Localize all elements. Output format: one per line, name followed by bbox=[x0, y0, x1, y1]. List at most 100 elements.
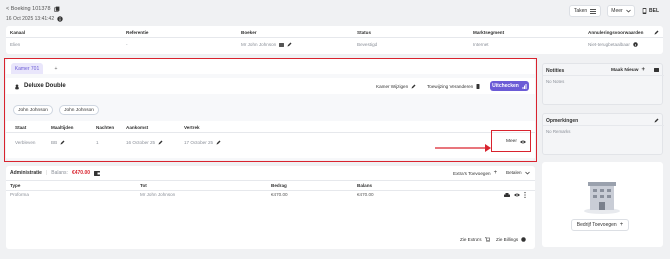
invoice-type: Proforma bbox=[10, 192, 29, 197]
wallet-icon[interactable] bbox=[94, 170, 101, 176]
nights-value: 1 bbox=[96, 140, 99, 145]
add-extras-button[interactable]: Extra's Toevoegen + bbox=[453, 170, 497, 176]
chart-icon bbox=[522, 83, 527, 89]
company-card: Bedrijf Toevoegen + bbox=[542, 162, 663, 247]
reference-value: - bbox=[126, 42, 128, 47]
annotation-arrow bbox=[435, 144, 491, 152]
see-extras-button[interactable]: Zie Extra's bbox=[460, 237, 490, 242]
tab-room-701[interactable]: Kamer 701 bbox=[11, 63, 43, 74]
col-header-amount: Bedrag bbox=[271, 183, 287, 188]
remarks-title: Opmerkingen bbox=[546, 118, 579, 124]
plus-icon: + bbox=[619, 222, 624, 228]
checkout-button[interactable]: Uitchecken bbox=[490, 81, 529, 91]
edit-icon bbox=[411, 84, 416, 89]
admin-title: Administratie | Balans: €470.00 bbox=[10, 170, 101, 176]
col-header-meals: Maaltijden bbox=[51, 125, 74, 130]
print-icon[interactable] bbox=[504, 192, 510, 198]
guest-pill[interactable]: John Johnson bbox=[59, 105, 99, 115]
id-card-icon[interactable] bbox=[279, 42, 285, 47]
phone-icon bbox=[476, 84, 480, 89]
company-building-illustration bbox=[584, 182, 620, 214]
list-icon bbox=[590, 8, 597, 14]
pay-button[interactable]: Betalen bbox=[506, 170, 530, 175]
col-header-to: Tot bbox=[140, 183, 147, 188]
add-company-button[interactable]: Bedrijf Toevoegen + bbox=[571, 219, 629, 231]
edit-icon[interactable] bbox=[654, 30, 659, 35]
col-header-type: Type bbox=[10, 183, 21, 188]
edit-icon bbox=[216, 140, 221, 145]
chevron-down-icon bbox=[524, 171, 530, 175]
balance-label: Balans: bbox=[51, 170, 68, 176]
invoice-actions bbox=[504, 192, 526, 198]
room-tabs bbox=[6, 59, 535, 74]
balance-value: €470.00 bbox=[71, 170, 91, 176]
bed-icon bbox=[14, 84, 20, 90]
arrival-value[interactable]: 16 October 25 bbox=[126, 140, 163, 145]
back-link[interactable]: < Boeking 101378 bbox=[6, 6, 60, 12]
divider bbox=[543, 75, 664, 76]
change-room-button[interactable]: Kamer Wijzigen bbox=[376, 84, 416, 89]
edit-icon[interactable] bbox=[287, 42, 292, 47]
divider bbox=[6, 132, 535, 133]
col-header-reference: Referentie bbox=[126, 30, 149, 35]
meals-value[interactable]: BB bbox=[51, 140, 65, 145]
remarks-card: Opmerkingen No Remarks bbox=[542, 113, 664, 155]
edit-icon[interactable] bbox=[654, 118, 659, 123]
guest-pill[interactable]: John Johnson bbox=[13, 105, 53, 115]
col-header-balance: Balans bbox=[357, 183, 373, 188]
market-segment-value: Internet bbox=[473, 42, 489, 47]
remarks-empty: No Remarks bbox=[546, 129, 571, 134]
booking-number: < Boeking 101378 bbox=[6, 6, 51, 12]
eye-icon[interactable] bbox=[514, 193, 520, 197]
tasks-button[interactable]: Taken bbox=[569, 5, 601, 17]
receipt-icon bbox=[521, 237, 526, 242]
see-invoices-button[interactable]: Zie Billings bbox=[496, 237, 526, 242]
copy-icon[interactable] bbox=[53, 6, 60, 12]
col-header-departure: Vertrek bbox=[184, 125, 200, 130]
col-header-channel: Kanaal bbox=[10, 30, 26, 35]
divider bbox=[543, 125, 664, 126]
col-header-nights: Nachten bbox=[96, 125, 115, 130]
change-assignment-button[interactable]: Toewijzing Veranderen bbox=[427, 84, 480, 89]
info-icon[interactable] bbox=[57, 16, 63, 22]
invoice-balance: €470.00 bbox=[357, 192, 374, 197]
administration-card: Administratie | Balans: €470.00 Extra's … bbox=[6, 166, 535, 249]
invoice-amount: €470.00 bbox=[271, 192, 288, 197]
create-note-button[interactable]: Maak Nieuw + bbox=[611, 67, 645, 73]
booking-info-card: Kanaal Referentie Boeker Status Marktseg… bbox=[6, 26, 663, 54]
message-icon[interactable] bbox=[654, 68, 659, 72]
stay-more-button[interactable]: Meer bbox=[506, 139, 526, 144]
info-icon[interactable] bbox=[633, 42, 638, 47]
add-room-tab-button[interactable]: + bbox=[50, 63, 62, 74]
col-header-booker: Boeker bbox=[241, 30, 257, 35]
channel-value: Elien bbox=[10, 42, 21, 47]
phone-icon bbox=[642, 8, 647, 14]
call-button[interactable]: BEL bbox=[642, 8, 659, 14]
invoice-to: Mr John Johnson bbox=[140, 192, 176, 197]
edit-icon bbox=[158, 140, 163, 145]
divider bbox=[6, 37, 663, 38]
cart-icon bbox=[484, 237, 490, 242]
kebab-menu-icon[interactable] bbox=[524, 192, 526, 198]
col-header-status: Status bbox=[357, 30, 372, 35]
divider bbox=[6, 180, 535, 181]
status-value: Bevestigd bbox=[357, 42, 378, 47]
room-type-title: Deluxe Double bbox=[24, 83, 66, 89]
edit-icon bbox=[60, 140, 65, 145]
booking-datetime: 16 Oct 2025 13:41:42 bbox=[6, 16, 63, 22]
col-header-market-segment: Marktsegment bbox=[473, 30, 505, 35]
plus-icon: + bbox=[641, 67, 645, 73]
departure-value[interactable]: 17 October 25 bbox=[184, 140, 221, 145]
booker-value[interactable]: Mr John Johnson bbox=[241, 42, 292, 47]
notes-title: Notities bbox=[546, 68, 565, 74]
notes-card: Notities Maak Nieuw + No Notes bbox=[542, 63, 664, 105]
notes-empty: No Notes bbox=[546, 79, 565, 84]
plus-icon: + bbox=[493, 170, 498, 176]
eye-icon bbox=[519, 140, 526, 144]
state-value: Verbleven bbox=[15, 140, 36, 145]
col-header-arrival: Aankomst bbox=[126, 125, 149, 130]
divider bbox=[6, 190, 535, 191]
more-dropdown-button[interactable]: Meer bbox=[607, 5, 635, 17]
col-header-cancellation: Annuleringsvoorwaarden bbox=[588, 30, 644, 35]
chevron-down-icon bbox=[625, 9, 631, 13]
